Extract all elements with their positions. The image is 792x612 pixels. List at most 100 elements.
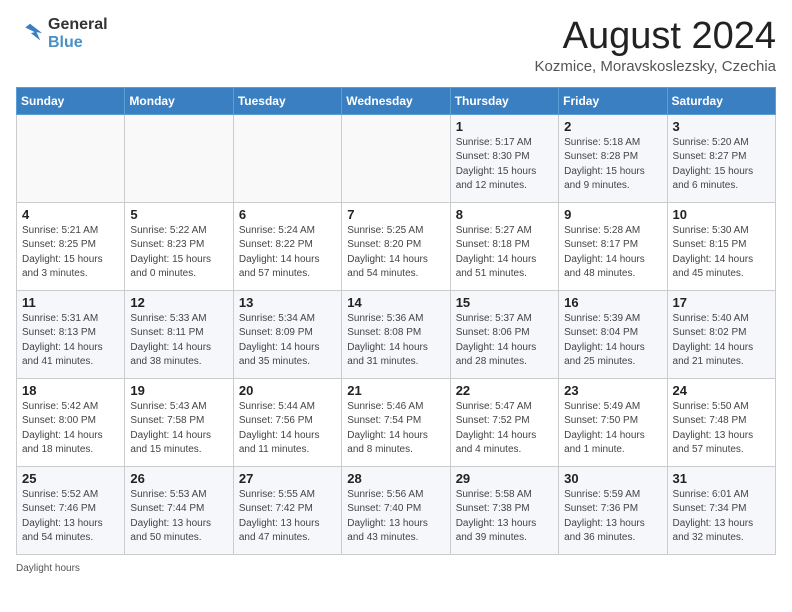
day-info: Sunrise: 5:36 AM Sunset: 8:08 PM Dayligh… xyxy=(347,312,444,370)
weekday-header-saturday: Saturday xyxy=(667,87,775,114)
day-info: Sunrise: 5:24 AM Sunset: 8:22 PM Dayligh… xyxy=(239,224,336,282)
calendar-cell: 23Sunrise: 5:49 AM Sunset: 7:50 PM Dayli… xyxy=(559,378,667,466)
logo: General Blue xyxy=(16,16,108,51)
day-number: 23 xyxy=(564,383,661,398)
calendar-week-row: 18 Sunrise: 5:42 AM Sunset: 8:00 PM Dayli… xyxy=(17,378,776,466)
day-number: 27 xyxy=(239,471,336,486)
calendar-cell: 5Sunrise: 5:22 AM Sunset: 8:23 PM Daylig… xyxy=(125,202,233,290)
day-info: Sunrise: 5:39 AM Sunset: 8:04 PM Dayligh… xyxy=(564,312,661,370)
day-number: 14 xyxy=(347,295,444,310)
logo-line2: Blue xyxy=(48,34,108,52)
day-number: 22 xyxy=(456,383,553,398)
day-number: 3 xyxy=(673,119,770,134)
day-number: 16 xyxy=(564,295,661,310)
calendar-cell: 1 Sunrise: 5:17 AM Sunset: 8:30 PM Daylig… xyxy=(450,114,558,202)
day-number: 9 xyxy=(564,207,661,222)
day-info: Sunrise: 5:17 AM Sunset: 8:30 PM Dayligh… xyxy=(456,136,553,194)
logo-text: General Blue xyxy=(48,16,108,51)
calendar-cell: 15Sunrise: 5:37 AM Sunset: 8:06 PM Dayli… xyxy=(450,290,558,378)
weekday-header-tuesday: Tuesday xyxy=(233,87,341,114)
day-number: 30 xyxy=(564,471,661,486)
calendar-cell: 9 Sunrise: 5:28 AM Sunset: 8:17 PM Daylig… xyxy=(559,202,667,290)
day-info: Sunrise: 5:22 AM Sunset: 8:23 PM Dayligh… xyxy=(130,224,227,282)
day-info: Sunrise: 5:18 AM Sunset: 8:28 PM Dayligh… xyxy=(564,136,661,194)
calendar-cell: 18 Sunrise: 5:42 AM Sunset: 8:00 PM Dayli… xyxy=(17,378,125,466)
day-number: 11 xyxy=(22,295,119,310)
day-number: 21 xyxy=(347,383,444,398)
day-info: Sunrise: 5:53 AM Sunset: 7:44 PM Dayligh… xyxy=(130,488,227,546)
calendar-cell xyxy=(342,114,450,202)
day-number: 6 xyxy=(239,207,336,222)
day-info: Sunrise: 5:56 AM Sunset: 7:40 PM Dayligh… xyxy=(347,488,444,546)
day-number: 17 xyxy=(673,295,770,310)
day-number: 18 xyxy=(22,383,119,398)
weekday-header-monday: Monday xyxy=(125,87,233,114)
day-number: 13 xyxy=(239,295,336,310)
day-info: Sunrise: 5:27 AM Sunset: 8:18 PM Dayligh… xyxy=(456,224,553,282)
day-number: 7 xyxy=(347,207,444,222)
calendar-cell: 17 Sunrise: 5:40 AM Sunset: 8:02 PM Dayli… xyxy=(667,290,775,378)
calendar-cell: 12Sunrise: 5:33 AM Sunset: 8:11 PM Dayli… xyxy=(125,290,233,378)
day-info: Sunrise: 5:50 AM Sunset: 7:48 PM Dayligh… xyxy=(673,400,770,458)
day-info: Sunrise: 5:46 AM Sunset: 7:54 PM Dayligh… xyxy=(347,400,444,458)
calendar-cell xyxy=(233,114,341,202)
calendar-cell: 25Sunrise: 5:52 AM Sunset: 7:46 PM Dayli… xyxy=(17,466,125,554)
day-number: 8 xyxy=(456,207,553,222)
month-title: August 2024 xyxy=(535,16,776,58)
logo-icon xyxy=(16,20,44,48)
weekday-header-row: SundayMondayTuesdayWednesdayThursdayFrid… xyxy=(17,87,776,114)
calendar-week-row: 4 Sunrise: 5:21 AM Sunset: 8:25 PM Daylig… xyxy=(17,202,776,290)
calendar-cell: 22Sunrise: 5:47 AM Sunset: 7:52 PM Dayli… xyxy=(450,378,558,466)
calendar-cell: 29 Sunrise: 5:58 AM Sunset: 7:38 PM Dayli… xyxy=(450,466,558,554)
day-info: Sunrise: 5:34 AM Sunset: 8:09 PM Dayligh… xyxy=(239,312,336,370)
calendar-cell: 7Sunrise: 5:25 AM Sunset: 8:20 PM Daylig… xyxy=(342,202,450,290)
daylight-note: Daylight hours xyxy=(16,563,776,574)
calendar-cell: 30 Sunrise: 5:59 AM Sunset: 7:36 PM Dayli… xyxy=(559,466,667,554)
day-number: 4 xyxy=(22,207,119,222)
page-header: General Blue August 2024 Kozmice, Moravs… xyxy=(16,16,776,75)
day-info: Sunrise: 5:31 AM Sunset: 8:13 PM Dayligh… xyxy=(22,312,119,370)
calendar-cell: 24 Sunrise: 5:50 AM Sunset: 7:48 PM Dayli… xyxy=(667,378,775,466)
day-number: 31 xyxy=(673,471,770,486)
day-number: 10 xyxy=(673,207,770,222)
day-number: 26 xyxy=(130,471,227,486)
weekday-header-thursday: Thursday xyxy=(450,87,558,114)
calendar-cell: 11 Sunrise: 5:31 AM Sunset: 8:13 PM Dayli… xyxy=(17,290,125,378)
day-info: Sunrise: 5:44 AM Sunset: 7:56 PM Dayligh… xyxy=(239,400,336,458)
day-info: Sunrise: 5:21 AM Sunset: 8:25 PM Dayligh… xyxy=(22,224,119,282)
calendar-week-row: 25Sunrise: 5:52 AM Sunset: 7:46 PM Dayli… xyxy=(17,466,776,554)
day-info: Sunrise: 5:59 AM Sunset: 7:36 PM Dayligh… xyxy=(564,488,661,546)
weekday-header-friday: Friday xyxy=(559,87,667,114)
day-number: 1 xyxy=(456,119,553,134)
calendar-cell: 21 Sunrise: 5:46 AM Sunset: 7:54 PM Dayli… xyxy=(342,378,450,466)
day-number: 20 xyxy=(239,383,336,398)
day-info: Sunrise: 5:37 AM Sunset: 8:06 PM Dayligh… xyxy=(456,312,553,370)
calendar-cell: 19Sunrise: 5:43 AM Sunset: 7:58 PM Dayli… xyxy=(125,378,233,466)
calendar-table: SundayMondayTuesdayWednesdayThursdayFrid… xyxy=(16,87,776,555)
calendar-cell: 6 Sunrise: 5:24 AM Sunset: 8:22 PM Daylig… xyxy=(233,202,341,290)
day-number: 2 xyxy=(564,119,661,134)
day-number: 29 xyxy=(456,471,553,486)
calendar-cell: 2 Sunrise: 5:18 AM Sunset: 8:28 PM Daylig… xyxy=(559,114,667,202)
calendar-cell: 27Sunrise: 5:55 AM Sunset: 7:42 PM Dayli… xyxy=(233,466,341,554)
day-number: 19 xyxy=(130,383,227,398)
weekday-header-wednesday: Wednesday xyxy=(342,87,450,114)
day-number: 25 xyxy=(22,471,119,486)
title-block: August 2024 Kozmice, Moravskoslezsky, Cz… xyxy=(535,16,776,75)
calendar-cell xyxy=(17,114,125,202)
calendar-cell: 26 Sunrise: 5:53 AM Sunset: 7:44 PM Dayli… xyxy=(125,466,233,554)
day-info: Sunrise: 5:58 AM Sunset: 7:38 PM Dayligh… xyxy=(456,488,553,546)
weekday-header-sunday: Sunday xyxy=(17,87,125,114)
day-info: Sunrise: 5:20 AM Sunset: 8:27 PM Dayligh… xyxy=(673,136,770,194)
day-info: Sunrise: 5:28 AM Sunset: 8:17 PM Dayligh… xyxy=(564,224,661,282)
day-info: Sunrise: 5:40 AM Sunset: 8:02 PM Dayligh… xyxy=(673,312,770,370)
calendar-cell: 16 Sunrise: 5:39 AM Sunset: 8:04 PM Dayli… xyxy=(559,290,667,378)
day-info: Sunrise: 5:33 AM Sunset: 8:11 PM Dayligh… xyxy=(130,312,227,370)
calendar-cell xyxy=(125,114,233,202)
calendar-cell: 10Sunrise: 5:30 AM Sunset: 8:15 PM Dayli… xyxy=(667,202,775,290)
day-info: Sunrise: 5:42 AM Sunset: 8:00 PM Dayligh… xyxy=(22,400,119,458)
calendar-cell: 8 Sunrise: 5:27 AM Sunset: 8:18 PM Daylig… xyxy=(450,202,558,290)
day-number: 24 xyxy=(673,383,770,398)
location: Kozmice, Moravskoslezsky, Czechia xyxy=(535,58,776,75)
calendar-cell: 3 Sunrise: 5:20 AM Sunset: 8:27 PM Daylig… xyxy=(667,114,775,202)
